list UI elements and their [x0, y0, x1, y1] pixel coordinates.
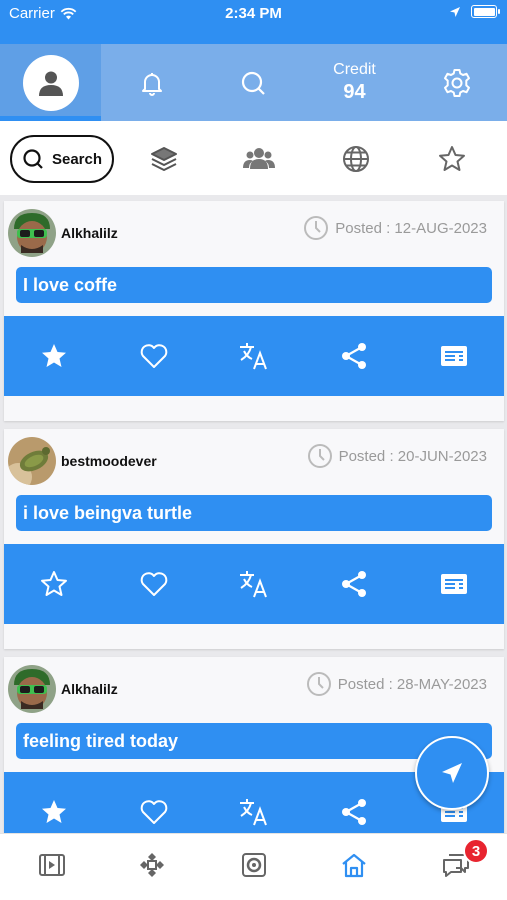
- favorite-button[interactable]: [36, 566, 72, 602]
- share-button[interactable]: [336, 338, 372, 374]
- clock-icon: [304, 216, 329, 240]
- filter-row: Search: [0, 121, 507, 195]
- details-card-icon: [441, 574, 467, 594]
- post-card: bestmoodever Posted : 20-JUN-2023 i love b…: [4, 429, 504, 649]
- top-header: Credit 94: [0, 44, 507, 121]
- post-username[interactable]: Alkhalilz: [61, 681, 118, 697]
- share-button[interactable]: [336, 566, 372, 602]
- share-icon: [342, 571, 366, 597]
- globe-icon: [343, 146, 369, 172]
- heart-icon: [140, 800, 168, 824]
- post-text: i love beingva turtle: [16, 495, 492, 531]
- post-card: Alkhalilz Posted : 12-AUG-2023 I love coff…: [4, 201, 504, 421]
- favorite-button[interactable]: [36, 794, 72, 830]
- star-outline-icon: [41, 571, 67, 596]
- nav-camera[interactable]: [239, 850, 269, 880]
- battery-icon: [471, 5, 500, 18]
- post-date: Posted : 20-JUN-2023: [307, 443, 487, 469]
- star-filled-icon: [42, 800, 66, 823]
- tab-notifications[interactable]: [101, 44, 202, 121]
- credit-label: Credit: [333, 61, 376, 78]
- bottom-nav: [0, 833, 507, 900]
- post-date: Posted : 12-AUG-2023: [303, 215, 487, 241]
- tab-profile[interactable]: [0, 44, 101, 121]
- translate-icon: [240, 799, 267, 826]
- translate-button[interactable]: [236, 566, 272, 602]
- star-outline-icon: [439, 146, 465, 171]
- post-date-text: Posted : 28-MAY-2023: [337, 675, 487, 693]
- clock-icon: [307, 444, 332, 468]
- status-bar: Carrier 2:34 PM: [0, 0, 507, 44]
- new-post-button[interactable]: [415, 736, 489, 810]
- nav-puzzle[interactable]: [137, 850, 167, 880]
- home-icon: [342, 853, 366, 878]
- details-button[interactable]: [436, 566, 472, 602]
- nav-video[interactable]: [37, 850, 67, 880]
- group-icon: [243, 148, 275, 169]
- clock-icon: [306, 672, 331, 696]
- post-actions: [4, 544, 504, 624]
- avatar[interactable]: [8, 437, 56, 485]
- bell-icon: [141, 72, 162, 96]
- layers-icon: [151, 147, 177, 171]
- filter-favorites[interactable]: [436, 143, 468, 175]
- heart-icon: [140, 572, 168, 596]
- star-filled-icon: [42, 344, 66, 367]
- post-username[interactable]: Alkhalilz: [61, 225, 118, 241]
- avatar[interactable]: [8, 209, 56, 257]
- send-arrow-icon: [442, 763, 462, 783]
- favorite-button[interactable]: [36, 338, 72, 374]
- details-card-icon: [441, 346, 467, 366]
- post-feed[interactable]: Alkhalilz Posted : 12-AUG-2023 I love coff…: [0, 195, 507, 833]
- filter-groups[interactable]: [243, 143, 275, 175]
- heart-icon: [140, 344, 168, 368]
- post-date-text: Posted : 12-AUG-2023: [335, 219, 487, 237]
- profile-icon: [38, 71, 63, 96]
- gear-icon: [443, 68, 470, 97]
- post-actions: [4, 316, 504, 396]
- like-button[interactable]: [136, 338, 172, 374]
- puzzle-icon: [140, 853, 164, 877]
- filter-layers[interactable]: [148, 143, 180, 175]
- profile-avatar: [22, 54, 79, 111]
- camera-icon: [242, 853, 266, 877]
- post-date: Posted : 28-MAY-2023: [306, 671, 487, 697]
- tab-credit[interactable]: Credit 94: [303, 44, 406, 121]
- nav-home[interactable]: [339, 850, 369, 880]
- post-date-text: Posted : 20-JUN-2023: [338, 447, 487, 465]
- avatar[interactable]: [8, 665, 56, 713]
- share-icon: [342, 343, 366, 369]
- translate-icon: [240, 571, 267, 598]
- tab-search[interactable]: [202, 44, 303, 121]
- tab-settings[interactable]: [406, 44, 507, 121]
- search-filter-button[interactable]: Search: [10, 135, 114, 183]
- translate-button[interactable]: [236, 338, 272, 374]
- share-button[interactable]: [336, 794, 372, 830]
- search-filter-label: Search: [51, 150, 103, 168]
- post-username[interactable]: bestmoodever: [61, 453, 157, 469]
- translate-icon: [240, 343, 267, 370]
- credit-value: 94: [343, 81, 366, 103]
- filter-global[interactable]: [340, 143, 372, 175]
- like-button[interactable]: [136, 794, 172, 830]
- video-icon: [39, 854, 65, 876]
- location-arrow-icon: [450, 6, 460, 17]
- like-button[interactable]: [136, 566, 172, 602]
- translate-button[interactable]: [236, 794, 272, 830]
- search-icon: [241, 71, 265, 95]
- post-text: I love coffe: [16, 267, 492, 303]
- notification-badge: 3: [463, 838, 489, 864]
- search-icon: [23, 149, 43, 169]
- share-icon: [342, 799, 366, 825]
- details-button[interactable]: [436, 338, 472, 374]
- status-time: 2:34 PM: [225, 5, 282, 22]
